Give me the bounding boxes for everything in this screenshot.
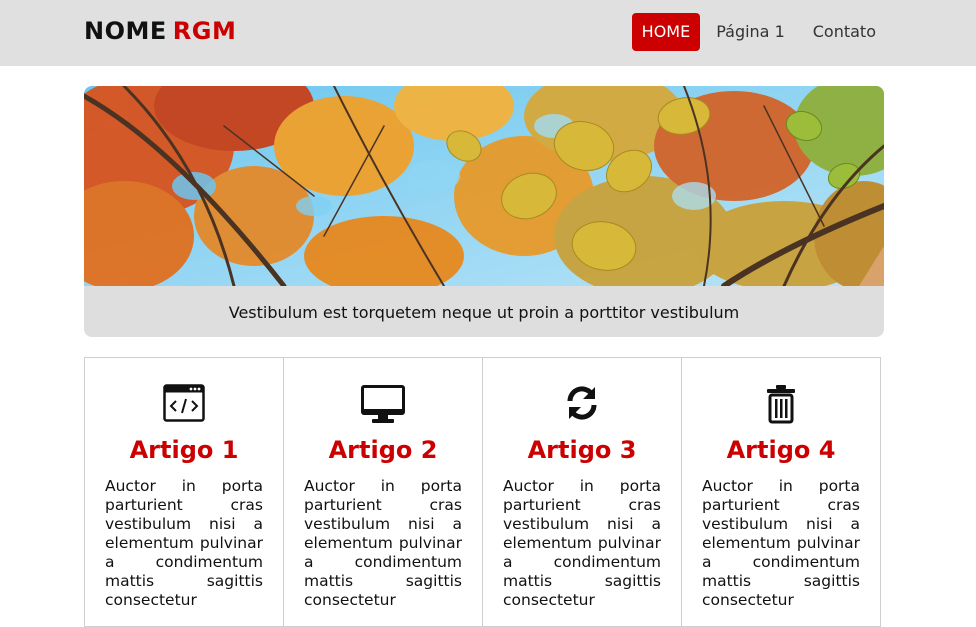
brand-accent: RGM — [172, 17, 237, 45]
article-title[interactable]: Artigo 4 — [682, 436, 880, 464]
article-text: Auctor in porta parturient cras vestibul… — [702, 477, 860, 609]
refresh-icon — [567, 386, 597, 420]
hero-image — [84, 86, 884, 286]
article-card: Artigo 4 Auctor in porta parturient cras… — [681, 357, 881, 627]
site-header: NOME RGM HOME Página 1 Contato — [0, 0, 976, 66]
main-nav: HOME Página 1 Contato — [628, 13, 888, 51]
article-title[interactable]: Artigo 1 — [85, 436, 283, 464]
trash-icon — [767, 385, 795, 424]
nav-contato[interactable]: Contato — [801, 13, 888, 51]
article-text: Auctor in porta parturient cras vestibul… — [304, 477, 462, 609]
article-card: Artigo 2 Auctor in porta parturient cras… — [283, 357, 483, 627]
site-logo[interactable]: NOME RGM — [84, 17, 236, 45]
articles-grid: Artigo 1 Auctor in porta parturient cras… — [84, 357, 884, 627]
article-title[interactable]: Artigo 2 — [284, 436, 482, 464]
nav-home[interactable]: HOME — [631, 13, 701, 51]
code-window-icon — [163, 384, 205, 422]
article-card: Artigo 3 Auctor in porta parturient cras… — [482, 357, 682, 627]
article-card: Artigo 1 Auctor in porta parturient cras… — [84, 357, 284, 627]
desktop-monitor-icon — [361, 385, 405, 423]
nav-pagina-1[interactable]: Página 1 — [704, 13, 797, 51]
article-title[interactable]: Artigo 3 — [483, 436, 681, 464]
hero-banner: Vestibulum est torquetem neque ut proin … — [84, 86, 884, 337]
hero-caption: Vestibulum est torquetem neque ut proin … — [228, 303, 740, 322]
article-text: Auctor in porta parturient cras vestibul… — [503, 477, 661, 609]
brand-name: NOME — [84, 17, 167, 45]
article-text: Auctor in porta parturient cras vestibul… — [105, 477, 263, 609]
